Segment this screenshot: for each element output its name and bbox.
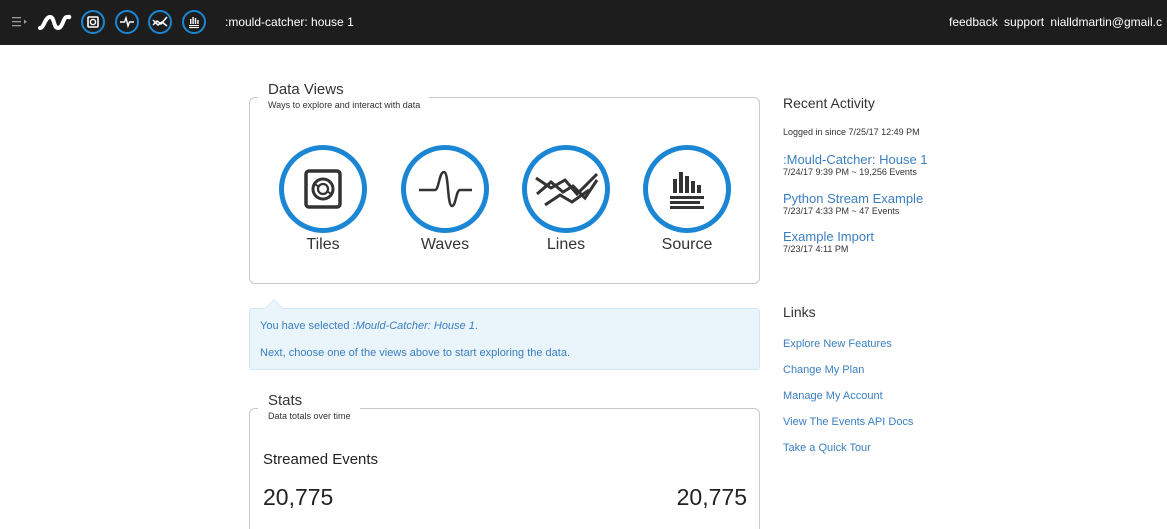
source-icon[interactable]	[643, 145, 731, 233]
view-tiles-button[interactable]: Tiles	[278, 145, 368, 254]
nav-lines-icon[interactable]	[148, 10, 172, 34]
streamed-events-total: 20,775	[676, 484, 747, 510]
link-explore-new-features[interactable]: Explore New Features	[783, 338, 892, 350]
selection-instruction: Next, choose one of the views above to s…	[260, 347, 571, 359]
nav-waves-icon[interactable]	[115, 10, 139, 34]
selection-name: :Mould-Catcher: House 1	[352, 320, 475, 332]
view-source-button[interactable]: Source	[642, 145, 732, 254]
link-change-my-plan[interactable]: Change My Plan	[783, 364, 864, 376]
streamed-events-value: 20,775	[263, 484, 334, 510]
sidebar: Recent Activity Logged in since 7/25/17 …	[783, 95, 1163, 454]
menu-icon[interactable]	[12, 16, 28, 28]
view-tiles-label: Tiles	[306, 236, 340, 253]
link-quick-tour[interactable]: Take a Quick Tour	[783, 442, 871, 454]
activity-item-title[interactable]: Example Import	[783, 229, 874, 244]
links-title: Links	[783, 304, 816, 320]
link-manage-my-account[interactable]: Manage My Account	[783, 390, 883, 402]
feedback-link[interactable]: feedback	[949, 15, 998, 29]
logo-icon[interactable]	[37, 11, 73, 33]
top-bar: :mould-catcher: house 1 feedback support…	[0, 0, 1167, 45]
support-link[interactable]: support	[1004, 15, 1044, 29]
stats-panel: Stats Data totals over time Streamed Eve…	[249, 392, 760, 529]
data-views-legend: Data Views Ways to explore and interact …	[258, 81, 430, 113]
data-views-title: Data Views	[268, 81, 344, 98]
view-lines-label: Lines	[546, 236, 586, 253]
top-links: feedback support nialldmartin@gmail.c	[949, 0, 1165, 45]
activity-item: Example Import 7/23/17 4:11 PM	[783, 229, 874, 254]
account-email-link[interactable]: nialldmartin@gmail.c	[1050, 15, 1162, 29]
stats-legend: Stats Data totals over time	[258, 392, 360, 424]
view-waves-button[interactable]: Waves	[400, 145, 490, 254]
stats-subtitle: Data totals over time	[268, 411, 351, 421]
view-waves-label: Waves	[420, 236, 470, 253]
activity-item-title[interactable]: :Mould-Catcher: House 1	[783, 152, 928, 167]
view-source-label: Source	[661, 236, 713, 253]
stream-title[interactable]: :mould-catcher: house 1	[225, 0, 354, 45]
selection-notice: You have selected :Mould-Catcher: House …	[249, 299, 760, 370]
streamed-events-heading: Streamed Events	[263, 451, 379, 468]
selection-suffix: .	[474, 320, 478, 332]
nav-source-icon[interactable]	[182, 10, 206, 34]
stats-title: Stats	[268, 392, 303, 409]
waves-icon[interactable]	[401, 145, 489, 233]
view-lines-button[interactable]: Lines	[521, 145, 611, 254]
activity-item-title[interactable]: Python Stream Example	[783, 191, 923, 206]
tiles-icon[interactable]	[279, 145, 367, 233]
activity-item-meta: 7/24/17 9:39 PM ~ 19,256 Events	[783, 167, 917, 177]
data-views-subtitle: Ways to explore and interact with data	[268, 100, 421, 110]
lines-icon[interactable]	[522, 145, 610, 233]
link-events-api-docs[interactable]: View The Events API Docs	[783, 416, 913, 428]
selection-prefix: You have selected	[260, 320, 353, 332]
recent-activity-title: Recent Activity	[783, 95, 875, 111]
data-views-panel: Data Views Ways to explore and interact …	[249, 81, 760, 284]
activity-item: :Mould-Catcher: House 1 7/24/17 9:39 PM …	[783, 152, 928, 177]
nav-tiles-icon[interactable]	[81, 10, 105, 34]
selection-pointer	[264, 299, 284, 309]
logged-in-since: Logged in since 7/25/17 12:49 PM	[783, 127, 920, 137]
selection-text: You have selected :Mould-Catcher: House …	[260, 320, 478, 332]
activity-item-meta: 7/23/17 4:33 PM ~ 47 Events	[783, 206, 900, 216]
activity-item: Python Stream Example 7/23/17 4:33 PM ~ …	[783, 191, 923, 216]
activity-item-meta: 7/23/17 4:11 PM	[783, 244, 849, 254]
